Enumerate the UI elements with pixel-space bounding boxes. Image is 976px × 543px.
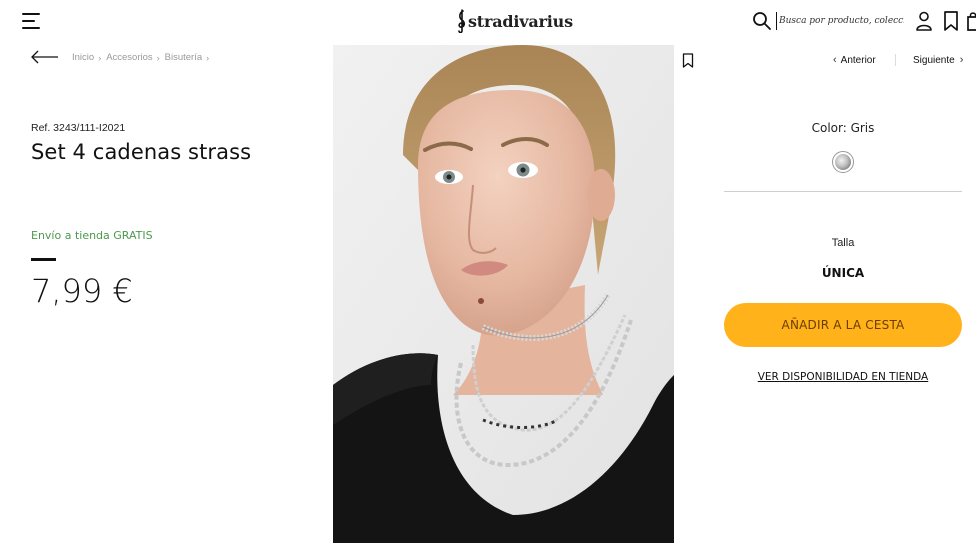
add-to-cart-button[interactable]: AÑADIR A LA CESTA: [724, 303, 962, 347]
product-reference: Ref. 3243/111-I2021: [31, 122, 126, 134]
product-price: 7,99 €: [31, 272, 133, 310]
color-swatch-gris[interactable]: [832, 151, 854, 173]
product-image[interactable]: [333, 45, 674, 543]
menu-icon[interactable]: [22, 12, 42, 30]
price-divider: [31, 258, 56, 261]
size-label: Talla: [831, 237, 855, 249]
next-product-link[interactable]: Siguiente ›: [913, 54, 963, 66]
product-photo: [333, 45, 674, 543]
search-icon[interactable]: [752, 11, 772, 31]
options-divider: [724, 191, 962, 192]
breadcrumb-item-accesorios[interactable]: Accesorios: [106, 52, 152, 63]
color-label: Color: Gris: [811, 121, 875, 135]
search-input[interactable]: [776, 12, 904, 30]
previous-product-link[interactable]: ‹ Anterior: [833, 54, 876, 66]
user-icon[interactable]: [914, 10, 934, 32]
breadcrumb-item-bisuteria[interactable]: Bisutería: [165, 52, 203, 63]
previous-label: Anterior: [840, 54, 876, 66]
product-title: Set 4 cadenas strass: [31, 140, 252, 164]
cart-icon[interactable]: [966, 10, 976, 32]
bookmark-icon[interactable]: [682, 53, 694, 68]
store-availability-link[interactable]: VER DISPONIBILIDAD EN TIENDA: [724, 371, 962, 383]
treble-clef-icon: [458, 9, 466, 33]
breadcrumb-separator-icon: ›: [156, 52, 160, 63]
breadcrumb-item-inicio[interactable]: Inicio: [72, 52, 94, 63]
header: stradivarius: [0, 0, 976, 44]
brand-name: stradivarius: [468, 11, 573, 31]
chevron-left-icon: ‹: [833, 54, 837, 66]
size-option-unica[interactable]: ÚNICA: [724, 266, 962, 280]
back-arrow-icon[interactable]: [31, 50, 59, 64]
breadcrumb-separator-icon: ›: [206, 52, 210, 63]
nav-divider: [895, 54, 896, 66]
search-bar[interactable]: [752, 10, 904, 32]
brand-logo[interactable]: stradivarius: [456, 8, 573, 34]
next-label: Siguiente: [913, 54, 955, 66]
shipping-info: Envío a tienda GRATIS: [31, 229, 153, 242]
breadcrumb-separator-icon: ›: [98, 52, 102, 63]
chevron-right-icon: ›: [959, 54, 964, 66]
wishlist-icon[interactable]: [941, 10, 961, 32]
breadcrumb: Inicio › Accesorios › Bisutería ›: [72, 52, 214, 63]
